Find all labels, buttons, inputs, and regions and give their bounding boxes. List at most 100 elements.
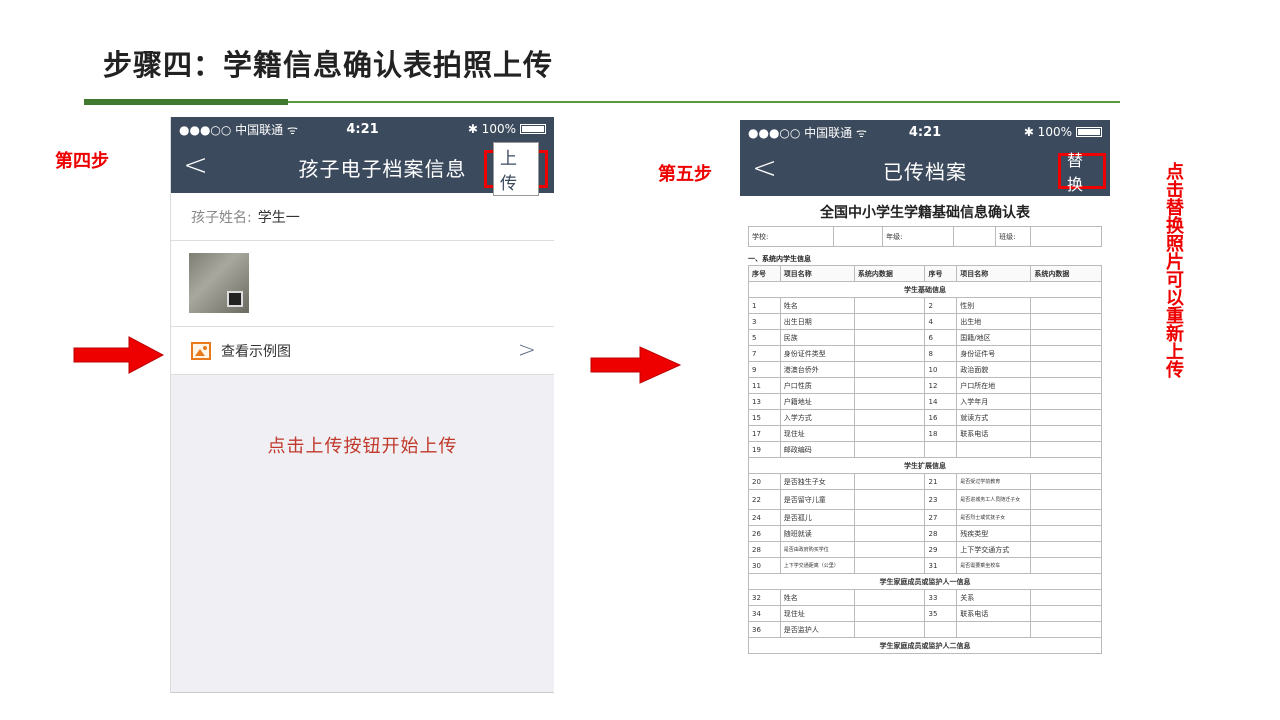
table-cell: [1030, 297, 1102, 314]
table-row: 36 是否监护人: [748, 621, 1102, 638]
table-cell: [1030, 509, 1102, 526]
table-cell: 31: [924, 557, 958, 574]
table-section-label: 学生家庭成员或监护人一信息: [748, 573, 1102, 590]
table-cell: 是否受过学前教育: [956, 473, 1032, 490]
table-section-row: 学生家庭成员或监护人一信息: [748, 573, 1102, 590]
status-bar: ●●●○○ 中国联通 ᯤ 4:21 ✱ 100%: [171, 117, 554, 141]
table-row: 34 现住址 35 联系电话: [748, 605, 1102, 622]
student-info-table: 序号 项目名称 系统内数据 序号 项目名称 系统内数据 学生基础信息 1 姓名 2 性别 3 出生日期…: [748, 265, 1102, 654]
table-header-cell: 序号: [924, 265, 958, 282]
table-cell: 33: [924, 589, 958, 606]
table-cell: [1030, 525, 1102, 542]
table-cell: [853, 541, 926, 558]
table-row: 17 现住址 18 联系电话: [748, 425, 1102, 442]
replace-button[interactable]: 替换: [1058, 151, 1106, 194]
back-chevron-icon[interactable]: <: [752, 152, 777, 186]
uploaded-photo-thumbnail[interactable]: [189, 253, 249, 313]
table-cell: [924, 441, 958, 458]
table-header-cell: 项目名称: [956, 265, 1032, 282]
table-cell: [853, 361, 926, 378]
table-row: 9 港澳台侨外 10 政治面貌: [748, 361, 1102, 378]
table-cell: 3: [748, 313, 781, 330]
table-row: 20 是否独生子女 21 是否受过学前教育: [748, 473, 1102, 490]
nav-bar: < 孩子电子档案信息 上传: [171, 141, 554, 196]
table-cell: 22: [748, 489, 781, 510]
chevron-right-icon: >: [517, 338, 536, 363]
replace-hint-label: 点击替换照片可以重新上传: [1163, 162, 1184, 378]
table-section-label: 学生家庭成员或监护人二信息: [748, 637, 1102, 654]
table-cell: 13: [748, 393, 781, 410]
table-cell: 18: [924, 425, 958, 442]
table-cell: 17: [748, 425, 781, 442]
view-example-row[interactable]: 查看示例图 >: [171, 327, 554, 375]
table-header-cell: 系统内数据: [853, 265, 926, 282]
carrier-text: ●●●○○ 中国联通 ᯤ: [748, 125, 867, 140]
child-name-value: 学生一: [257, 209, 300, 226]
table-row: 11 户口性质 12 户口所在地: [748, 377, 1102, 394]
table-row: 30 上下学交通距离（公里） 31 是否需要乘坐校车: [748, 557, 1102, 574]
table-cell: [1030, 345, 1102, 362]
right-arrow-icon: [590, 346, 682, 384]
battery-icon: [1076, 127, 1102, 137]
table-row: 19 邮政编码: [748, 441, 1102, 458]
table-cell: 上下学交通距离（公里）: [779, 557, 855, 574]
table-cell: 联系电话: [956, 605, 1032, 622]
table-row: 13 户籍地址 14 入学年月: [748, 393, 1102, 410]
table-cell: [853, 605, 926, 622]
table-cell: [853, 473, 926, 490]
table-cell: 关系: [956, 589, 1032, 606]
table-section-row: 学生基础信息: [748, 281, 1102, 298]
table-cell: 入学方式: [779, 409, 855, 426]
table-cell: [853, 313, 926, 330]
table-cell: 是否进城务工人员随迁子女: [956, 489, 1032, 510]
table-cell: 16: [924, 409, 958, 426]
table-cell: [853, 329, 926, 346]
table-cell: [853, 377, 926, 394]
table-cell: 是否需要乘坐校车: [956, 557, 1032, 574]
table-row: 24 是否孤儿 27 是否烈士或优抚子女: [748, 509, 1102, 526]
back-chevron-icon[interactable]: <: [183, 149, 208, 183]
right-arrow-icon: [73, 336, 165, 374]
table-cell: 是否孤儿: [779, 509, 855, 526]
table-cell: [956, 621, 1032, 638]
table-cell: 28: [924, 525, 958, 542]
table-row: 15 入学方式 16 就读方式: [748, 409, 1102, 426]
table-row: 5 民族 6 国籍/地区: [748, 329, 1102, 346]
table-cell: 7: [748, 345, 781, 362]
table-cell: 残疾类型: [956, 525, 1032, 542]
table-cell: 28: [748, 541, 781, 558]
upload-button[interactable]: 上传: [484, 142, 548, 196]
table-cell: 29: [924, 541, 958, 558]
table-cell: [853, 425, 926, 442]
table-cell: [1030, 589, 1102, 606]
table-cell: 出生日期: [779, 313, 855, 330]
table-cell: [853, 409, 926, 426]
table-cell: 4: [924, 313, 958, 330]
table-cell: 9: [748, 361, 781, 378]
table-cell: 是否留守儿童: [779, 489, 855, 510]
table-header-cell: 序号: [748, 265, 781, 282]
table-cell: 15: [748, 409, 781, 426]
upload-hint: 点击上传按钮开始上传: [267, 436, 458, 457]
table-cell: 12: [924, 377, 958, 394]
table-section-label: 学生基础信息: [748, 281, 1102, 298]
section-title: 一、系统内学生信息: [748, 255, 811, 263]
table-cell: 户口所在地: [956, 377, 1032, 394]
table-cell: 19: [748, 441, 781, 458]
table-cell: 20: [748, 473, 781, 490]
table-cell: 8: [924, 345, 958, 362]
table-cell: [1030, 489, 1102, 510]
table-cell: 姓名: [779, 297, 855, 314]
table-cell: 30: [748, 557, 781, 574]
class-label: 班级:: [995, 226, 1032, 247]
table-cell: [853, 489, 926, 510]
table-cell: [1030, 425, 1102, 442]
table-row: 7 身份证件类型 8 身份证件号: [748, 345, 1102, 362]
phone-screen-upload: ●●●○○ 中国联通 ᯤ 4:21 ✱ 100% < 孩子电子档案信息 上传 孩…: [170, 117, 554, 693]
table-cell: 是否监护人: [779, 621, 855, 638]
image-icon: [191, 341, 211, 360]
table-cell: [1030, 605, 1102, 622]
table-cell: [1030, 393, 1102, 410]
battery-text: ✱ 100%: [1023, 125, 1072, 139]
table-cell: 23: [924, 489, 958, 510]
